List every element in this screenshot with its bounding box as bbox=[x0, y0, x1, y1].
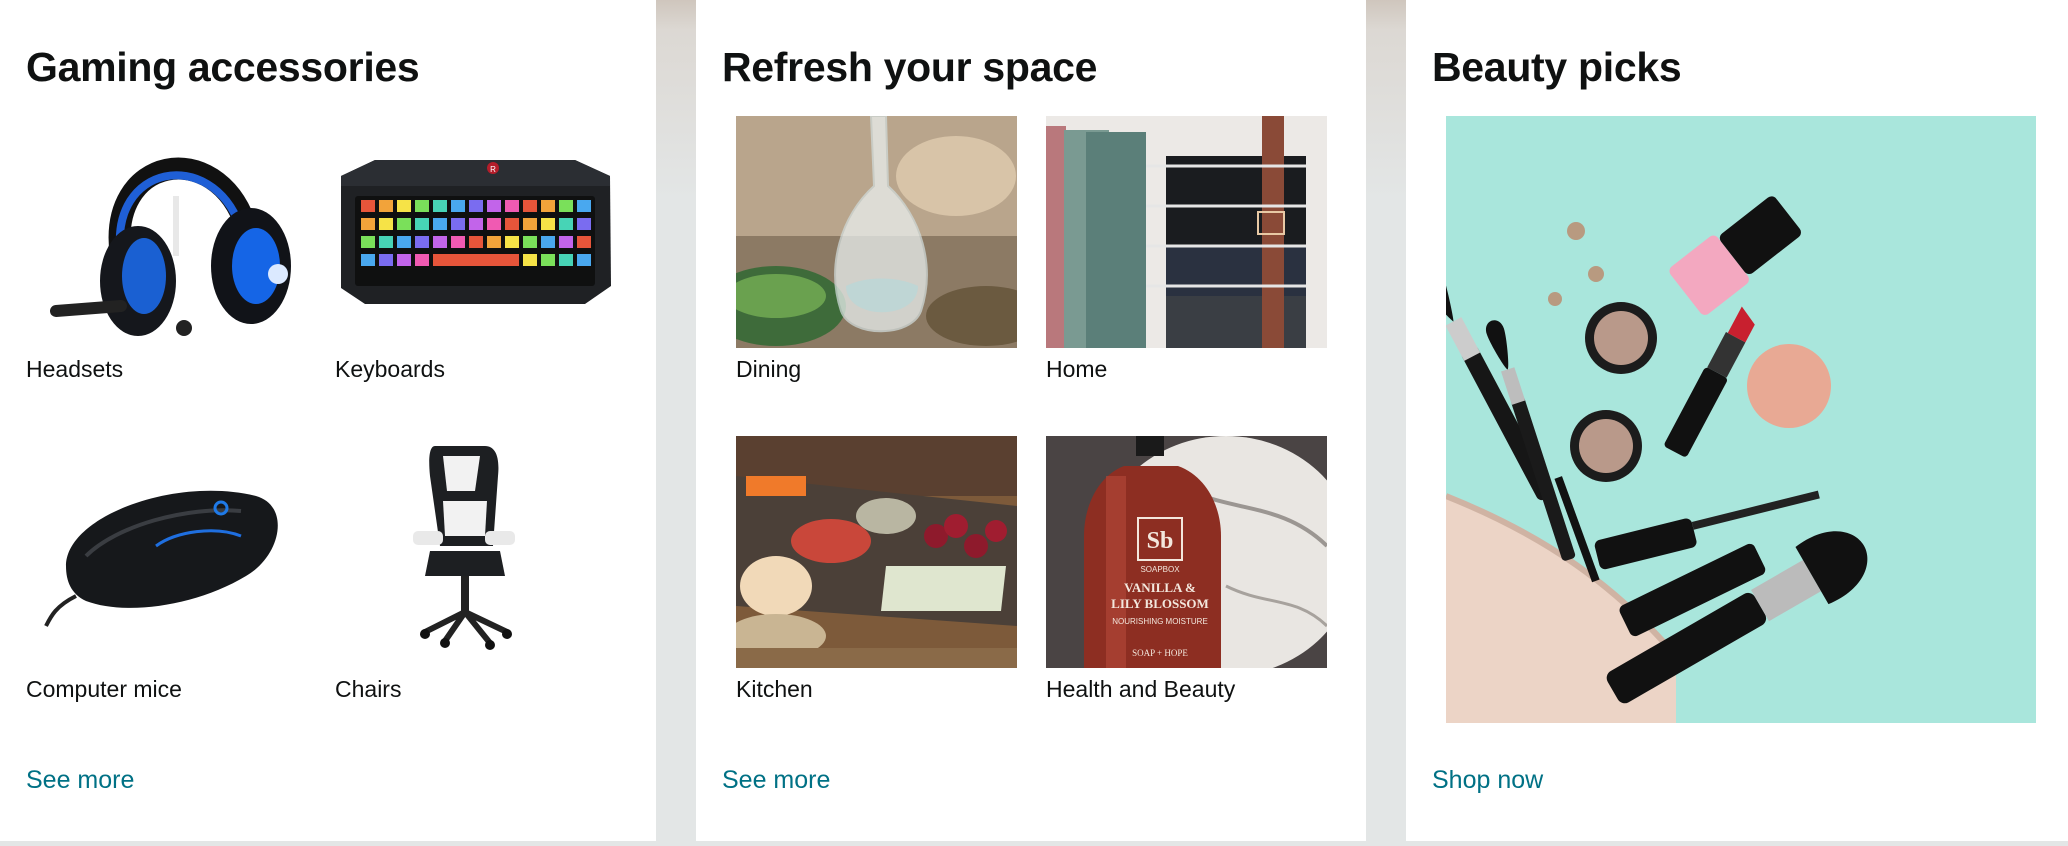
makeup-image bbox=[1446, 116, 2036, 723]
category-headsets[interactable]: Headsets bbox=[26, 116, 307, 383]
card-title: Refresh your space bbox=[722, 44, 1098, 90]
keyboard-badge: R bbox=[490, 165, 496, 174]
category-label: Chairs bbox=[335, 676, 402, 702]
category-label: Dining bbox=[736, 356, 802, 382]
bottle-logo: Sb bbox=[1147, 528, 1174, 554]
chair-image bbox=[335, 436, 616, 668]
bottle-line1: VANILLA & bbox=[1124, 580, 1196, 595]
category-chairs[interactable]: Chairs bbox=[335, 436, 616, 703]
category-dining[interactable]: Dining bbox=[736, 116, 1017, 383]
category-label: Headsets bbox=[26, 356, 124, 382]
gaming-accessories-card: Gaming accessories Headsets R Keyboards … bbox=[0, 0, 656, 841]
see-more-link[interactable]: See more bbox=[26, 766, 134, 795]
category-label: Computer mice bbox=[26, 676, 182, 702]
category-label: Kitchen bbox=[736, 676, 813, 702]
card-title: Beauty picks bbox=[1432, 44, 1682, 90]
keyboard-image: R bbox=[335, 116, 616, 348]
headset-image bbox=[26, 116, 307, 348]
dining-image bbox=[736, 116, 1017, 348]
health-beauty-image: Sb SOAPBOX VANILLA & LILY BLOSSOM NOURIS… bbox=[1046, 436, 1327, 668]
category-keyboards[interactable]: R Keyboards bbox=[335, 116, 616, 383]
category-label: Health and Beauty bbox=[1046, 676, 1236, 702]
category-home[interactable]: Home bbox=[1046, 116, 1327, 383]
category-kitchen[interactable]: Kitchen bbox=[736, 436, 1017, 703]
card-title: Gaming accessories bbox=[26, 44, 420, 90]
home-image bbox=[1046, 116, 1327, 348]
kitchen-image bbox=[736, 436, 1017, 668]
category-health-and-beauty[interactable]: Sb SOAPBOX VANILLA & LILY BLOSSOM NOURIS… bbox=[1046, 436, 1327, 703]
bottle-brand: SOAPBOX bbox=[1140, 565, 1180, 574]
category-label: Keyboards bbox=[335, 356, 445, 382]
beauty-picks-card: Beauty picks Shop now bbox=[1406, 0, 2068, 841]
see-more-link[interactable]: See more bbox=[722, 766, 830, 795]
bottle-footer: SOAP + HOPE bbox=[1132, 648, 1188, 658]
shop-now-link[interactable]: Shop now bbox=[1432, 766, 1543, 795]
mouse-image bbox=[26, 436, 307, 668]
bottle-line3: NOURISHING MOISTURE bbox=[1112, 617, 1208, 626]
category-label: Home bbox=[1046, 356, 1108, 382]
category-computer-mice[interactable]: Computer mice bbox=[26, 436, 307, 703]
bottle-line2: LILY BLOSSOM bbox=[1111, 596, 1209, 611]
refresh-your-space-card: Refresh your space Dining Home Kitchen S… bbox=[696, 0, 1366, 841]
